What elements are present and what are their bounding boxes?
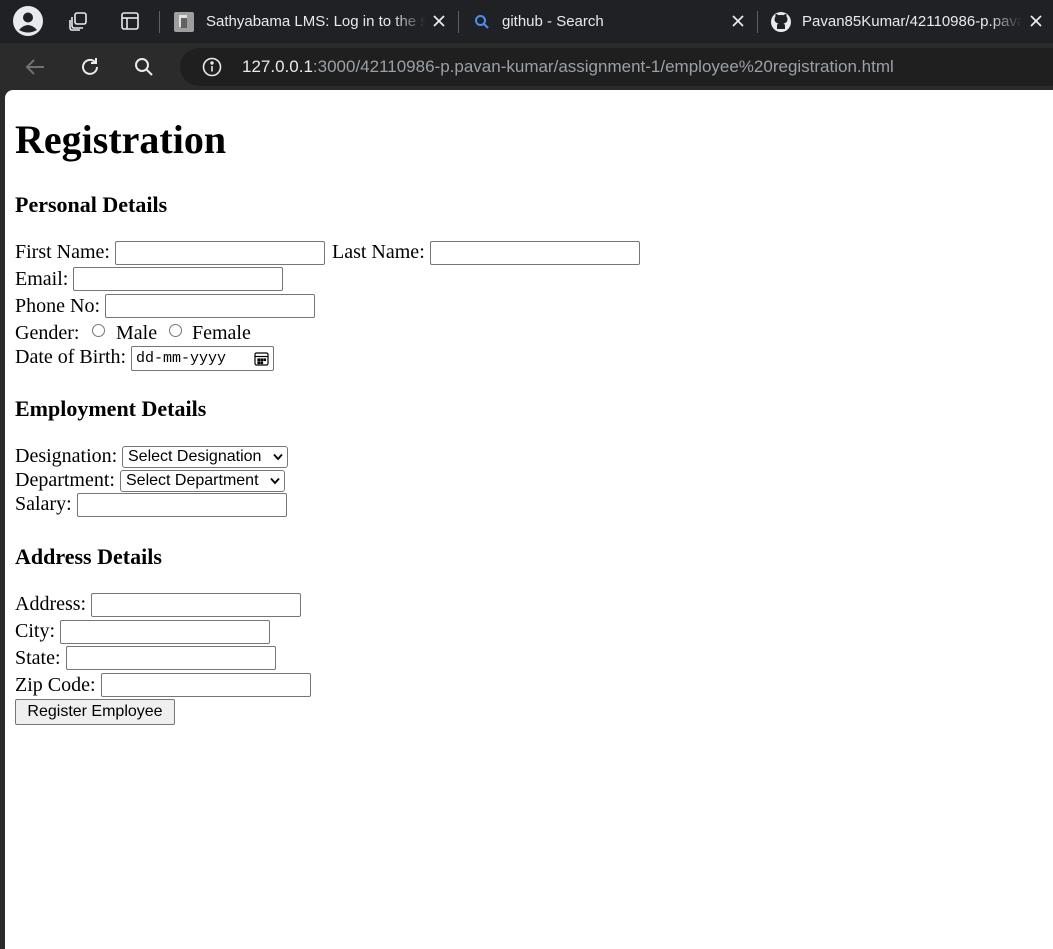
state-label: State: <box>15 647 61 669</box>
close-icon[interactable] <box>1025 10 1047 32</box>
personal-details-heading: Personal Details <box>15 192 168 217</box>
address-details-heading: Address Details <box>15 544 162 569</box>
tab-title: Pavan85Kumar/42110986-p.pavan-kumar <box>802 13 1022 30</box>
email-label: Email: <box>15 268 69 290</box>
workspaces-button[interactable] <box>62 6 94 36</box>
salary-label: Salary: <box>15 493 72 515</box>
zip-code-input[interactable] <box>101 673 311 697</box>
gender-female-radio[interactable] <box>169 324 182 337</box>
dob-placeholder: dd-mm-yyyy <box>136 350 227 367</box>
close-icon[interactable] <box>727 10 749 32</box>
address-input[interactable] <box>91 593 301 617</box>
github-icon <box>771 11 791 32</box>
gender-male-radio[interactable] <box>92 324 105 337</box>
designation-selected-value: Select Designation <box>128 448 262 465</box>
profile-icon <box>13 6 43 36</box>
chevron-down-icon <box>270 477 280 485</box>
gender-label: Gender: <box>15 322 80 344</box>
zip-code-label: Zip Code: <box>15 674 96 696</box>
tab-title: github - Search <box>502 13 604 30</box>
first-name-input[interactable] <box>115 241 325 265</box>
department-selected-value: Select Department <box>126 472 259 489</box>
dob-input[interactable]: dd-mm-yyyy <box>131 346 274 371</box>
city-label: City: <box>15 620 56 642</box>
tab-github-repo[interactable]: Pavan85Kumar/42110986-p.pavan-kumar <box>768 0 1053 43</box>
back-button[interactable] <box>19 51 51 83</box>
workspaces-icon <box>69 12 87 31</box>
url-text[interactable]: 127.0.0.1:3000/42110986-p.pavan-kumar/as… <box>242 48 894 86</box>
designation-select[interactable]: Select Designation <box>122 446 288 468</box>
lms-favicon-icon <box>174 11 194 32</box>
register-employee-button[interactable]: Register Employee <box>15 699 175 725</box>
dob-label: Date of Birth: <box>15 346 127 368</box>
site-info-icon[interactable] <box>202 57 222 77</box>
phone-input[interactable] <box>105 294 315 318</box>
address-label: Address: <box>15 593 87 615</box>
email-input[interactable] <box>73 267 283 291</box>
reload-button[interactable] <box>74 51 106 83</box>
department-label: Department: <box>15 469 115 491</box>
tab-title: Sathyabama LMS: Log in to the site <box>206 13 426 30</box>
chevron-down-icon <box>273 453 283 461</box>
page-content: Registration Personal Details First Name… <box>5 90 1053 949</box>
vertical-tabs-icon <box>121 12 139 30</box>
search-button[interactable] <box>128 51 160 83</box>
gender-male-label: Male <box>116 322 158 344</box>
tab-strip: Sathyabama LMS: Log in to the site githu… <box>0 0 1053 43</box>
first-name-label: First Name: <box>15 241 110 263</box>
search-icon <box>135 58 153 76</box>
department-select[interactable]: Select Department <box>120 470 285 492</box>
last-name-input[interactable] <box>430 241 640 265</box>
calendar-icon[interactable] <box>254 351 269 366</box>
salary-input[interactable] <box>77 493 287 517</box>
phone-label: Phone No: <box>15 295 100 317</box>
url-host: 127.0.0.1 <box>242 57 313 76</box>
state-input[interactable] <box>66 646 276 670</box>
last-name-label: Last Name: <box>332 241 425 263</box>
employment-details-heading: Employment Details <box>15 396 207 421</box>
tab-github-search[interactable]: github - Search <box>472 0 752 43</box>
tab-separator <box>159 11 160 33</box>
search-icon <box>475 14 489 29</box>
close-icon[interactable] <box>428 10 450 32</box>
tab-separator <box>458 11 459 33</box>
reload-icon <box>82 58 98 75</box>
tab-separator <box>757 11 758 33</box>
browser-toolbar: 127.0.0.1:3000/42110986-p.pavan-kumar/as… <box>0 43 1053 90</box>
designation-label: Designation: <box>15 445 118 467</box>
profile-avatar[interactable] <box>12 6 44 36</box>
page-title: Registration <box>15 117 227 162</box>
url-path: :3000/42110986-p.pavan-kumar/assignment-… <box>312 57 894 76</box>
city-input[interactable] <box>60 620 270 644</box>
tab-sathyabama-lms[interactable]: Sathyabama LMS: Log in to the site <box>172 0 452 43</box>
tab-actions-button[interactable] <box>114 6 146 36</box>
gender-female-label: Female <box>192 322 251 344</box>
back-arrow-icon <box>25 59 44 75</box>
address-bar[interactable]: 127.0.0.1:3000/42110986-p.pavan-kumar/as… <box>180 48 1053 86</box>
